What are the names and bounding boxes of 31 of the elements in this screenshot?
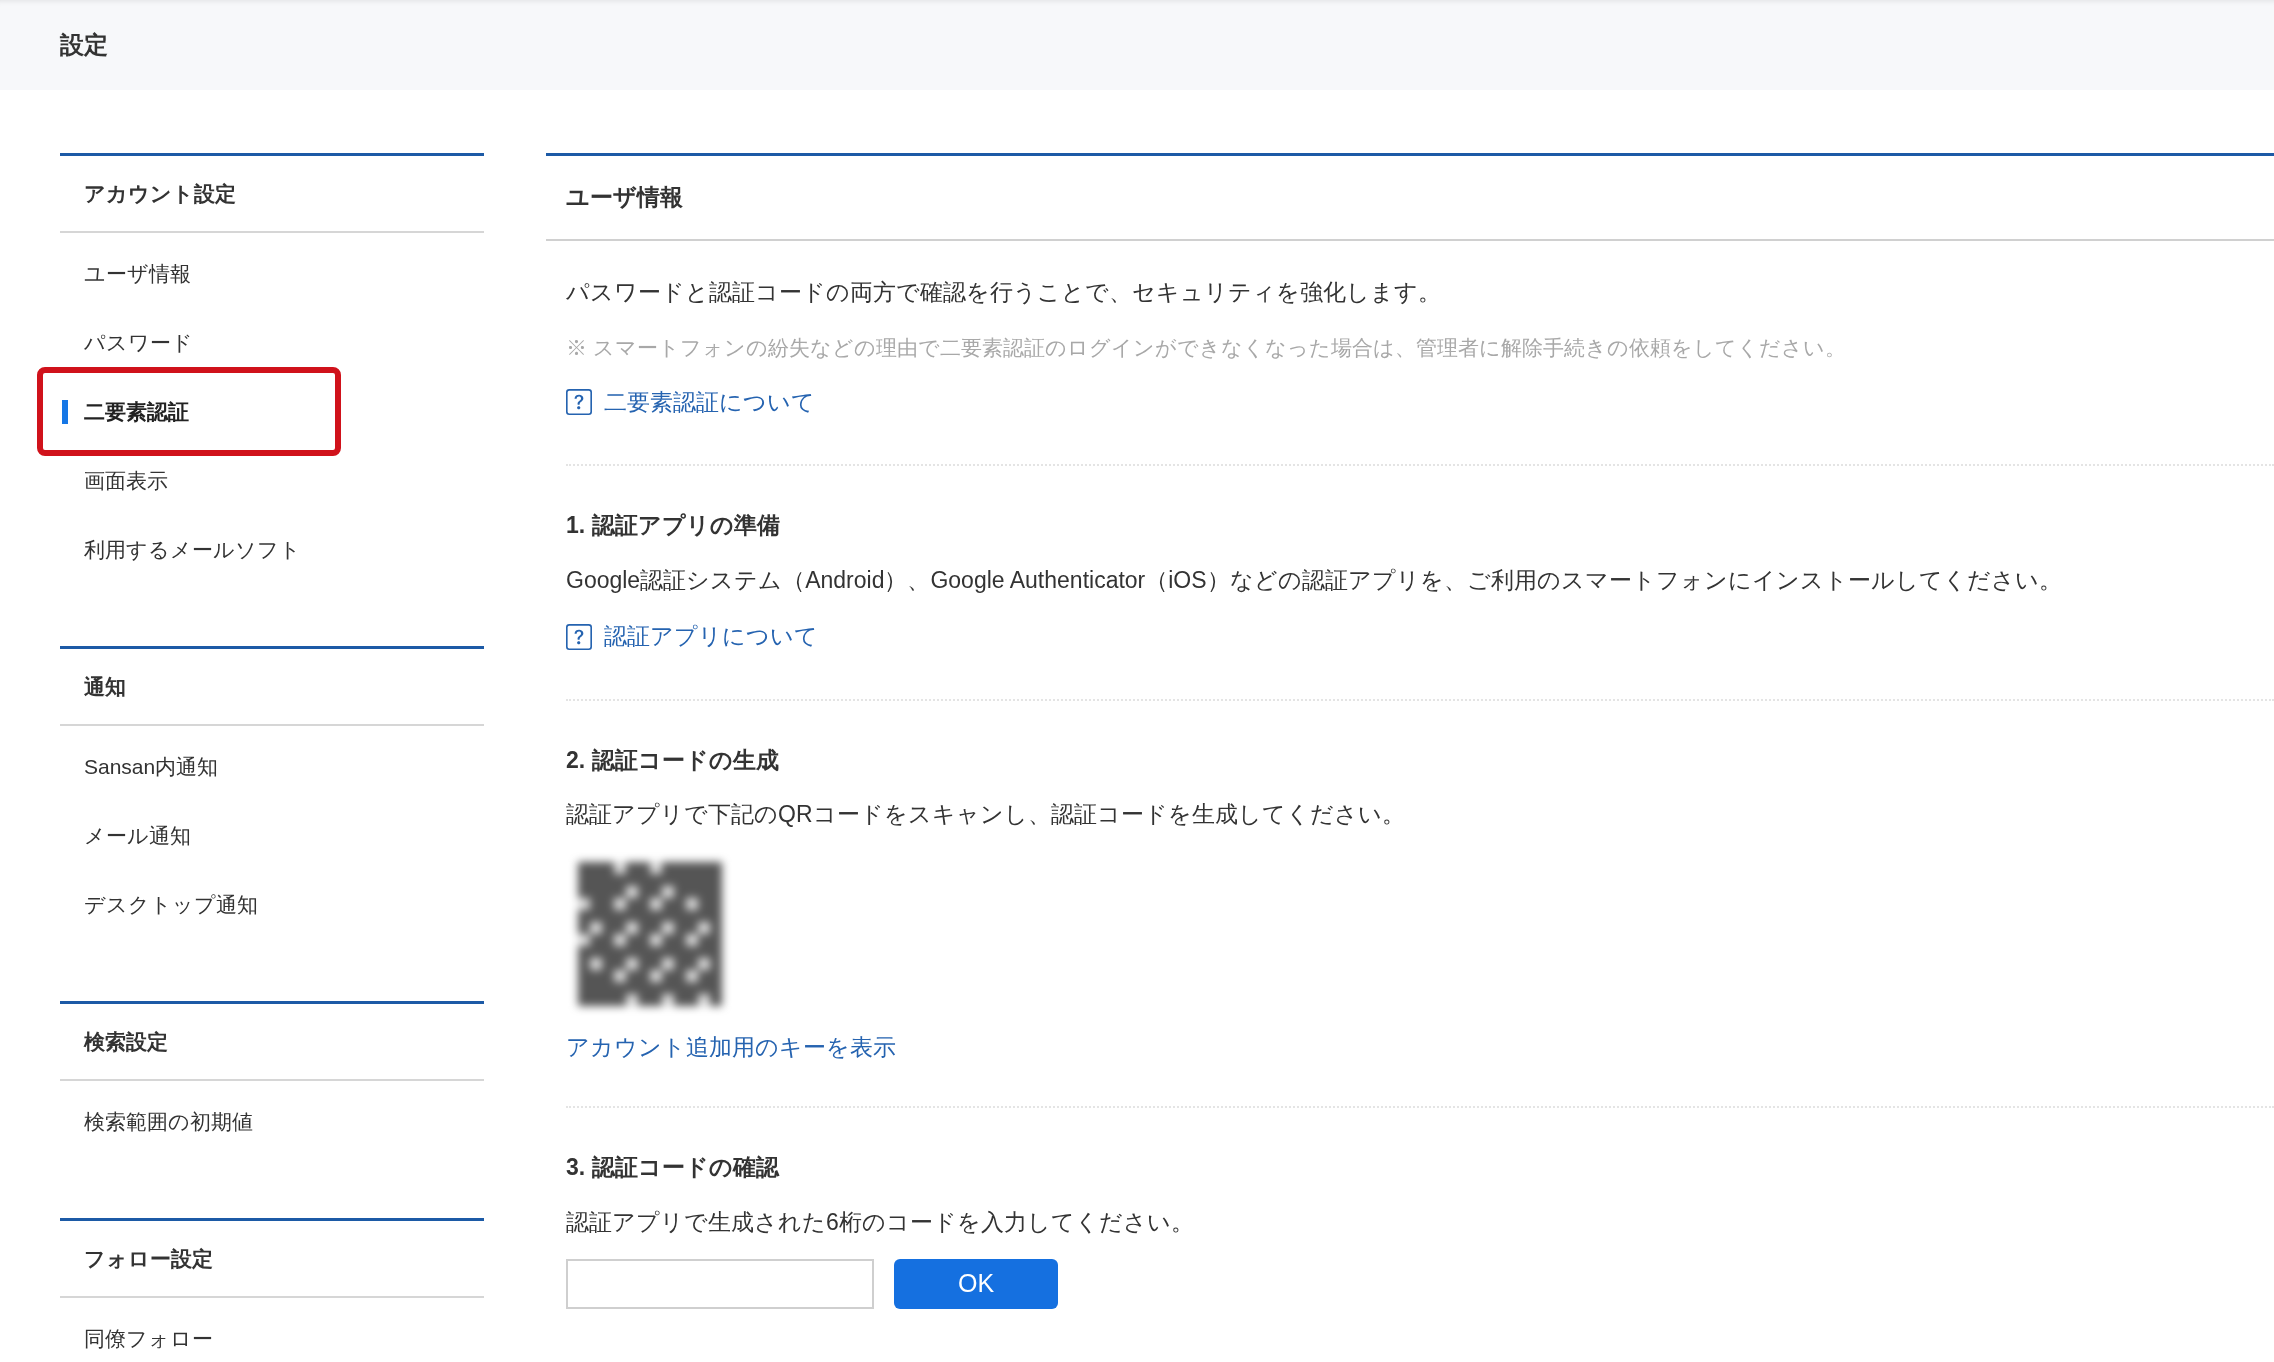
sidebar-item[interactable]: デスクトップ通知 (60, 870, 484, 939)
step-text: 認証アプリで下記のQRコードをスキャンし、認証コードを生成してください。 (566, 800, 1406, 829)
page-title: 設定 (60, 30, 108, 60)
content-title: ユーザ情報 (546, 156, 2274, 241)
step-heading: 2. 認証コードの生成 (566, 745, 780, 775)
sidebar-item[interactable]: 同僚フォロー (60, 1304, 484, 1362)
sidebar-item[interactable]: 利用するメールソフト (60, 515, 484, 584)
sidebar-item[interactable]: パスワード (60, 308, 484, 377)
ok-button[interactable]: OK (894, 1259, 1058, 1309)
sidebar-item[interactable]: メール通知 (60, 801, 484, 870)
sidebar-section-title: 通知 (60, 649, 484, 726)
show-key-link[interactable]: アカウント追加用のキーを表示 (566, 1029, 896, 1064)
help-link[interactable]: 認証アプリについて (566, 619, 818, 654)
sidebar-item[interactable]: 画面表示 (60, 446, 484, 515)
step-text: 認証アプリで生成された6桁のコードを入力してください。 (566, 1207, 1195, 1237)
note-text: ※ スマートフォンの紛失などの理由で二要素認証のログインができなくなった場合は、管理者に解除手続きの依頼をしてください。 (566, 334, 1847, 361)
sidebar-section-title: フォロー設定 (60, 1221, 484, 1298)
step-heading: 1. 認証アプリの準備 (566, 511, 781, 541)
help-icon (566, 389, 592, 416)
sidebar-item[interactable]: ユーザ情報 (60, 239, 484, 308)
sidebar-section-title: 検索設定 (60, 1004, 484, 1081)
sidebar-item[interactable]: Sansan内通知 (60, 732, 484, 801)
step-text: Google認証システム（Android）、Google Authenticator（iOS）などの認証アプリを、ご利用のスマートフォンにインストールしてください。 (566, 565, 2063, 595)
help-icon (566, 623, 592, 650)
sidebar-section-title: アカウント設定 (60, 156, 484, 233)
code-input-field[interactable] (566, 1259, 874, 1309)
intro-text: パスワードと認証コードの両方で確認を行うことで、セキュリティを強化します。 (566, 278, 1442, 307)
help-link[interactable]: 二要素認証について (566, 385, 815, 420)
sidebar-item[interactable]: 二要素認証 (60, 377, 484, 446)
step-heading: 3. 認証コードの確認 (566, 1153, 781, 1182)
sidebar-item[interactable]: 検索範囲の初期値 (60, 1087, 484, 1156)
